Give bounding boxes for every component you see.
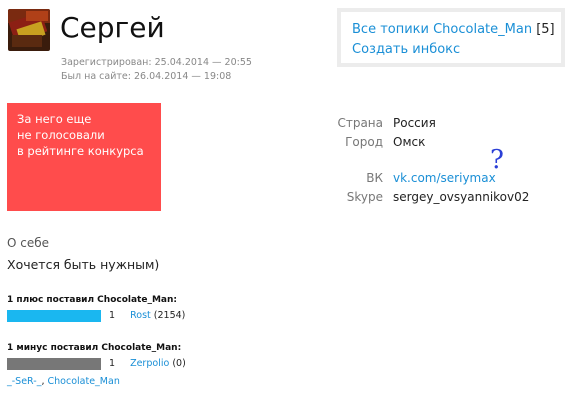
city-label: Город xyxy=(345,135,383,149)
skype-label: Skype xyxy=(346,190,383,204)
vk-label: ВК xyxy=(366,171,383,185)
plus-votes-title: 1 плюс поставил Chocolate_Man: xyxy=(7,295,177,305)
plus-vote-count: 1 xyxy=(109,310,116,321)
country-row: Страна Россия xyxy=(330,114,570,132)
avatar-photo-icon xyxy=(8,9,50,51)
vk-link[interactable]: vk.com/seriymax xyxy=(393,169,496,187)
skype-value: sergey_ovsyannikov02 xyxy=(393,190,530,204)
about-title: О себе xyxy=(7,236,50,250)
minus-vote-detail: 1 Zerpolio (0) xyxy=(109,358,186,370)
avatar[interactable] xyxy=(8,9,50,51)
create-inbox-link[interactable]: Создать инбокс xyxy=(352,42,460,57)
country-label: Страна xyxy=(337,116,383,130)
voter-separator: , xyxy=(41,376,45,387)
minus-votes-title: 1 минус поставил Chocolate_Man: xyxy=(7,343,182,353)
minus-vote-bar xyxy=(7,358,101,370)
notice-line-2: не голосовали xyxy=(17,128,105,142)
minus-vote-count: 1 xyxy=(109,358,116,369)
all-topics-row: Все топики Chocolate_Man [5] xyxy=(352,20,561,40)
voter-link-chocolate-man[interactable]: Chocolate_Man xyxy=(48,376,120,387)
topics-count: [5] xyxy=(536,22,555,37)
voters-list: _-SeR-_, Chocolate_Man xyxy=(7,376,120,387)
notice-line-3: в рейтинге конкурса xyxy=(17,144,144,158)
all-topics-link[interactable]: Все топики Chocolate_Man xyxy=(352,22,532,37)
about-text: Хочется быть нужным) xyxy=(7,257,160,272)
contest-rating-notice: За него еще не голосовали в рейтинге кон… xyxy=(7,103,161,211)
minus-voter-score: (0) xyxy=(172,358,186,369)
profile-actions-box: Все топики Chocolate_Man [5] Создать инб… xyxy=(337,8,565,67)
vk-row: ВК vk.com/seriymax ? xyxy=(330,147,570,187)
create-inbox-row: Создать инбокс xyxy=(352,40,561,60)
page-title: Сергей xyxy=(60,11,165,44)
minus-voter-link[interactable]: Zerpolio xyxy=(130,358,169,369)
skype-row: Skype sergey_ovsyannikov02 xyxy=(330,188,570,206)
country-value: Россия xyxy=(393,116,436,130)
question-mark-icon[interactable]: ? xyxy=(490,147,504,173)
voter-link-ser[interactable]: _-SeR-_ xyxy=(7,376,41,387)
plus-vote-bar xyxy=(7,310,101,322)
city-value: Омск xyxy=(393,135,426,149)
registered-date: Зарегистрирован: 25.04.2014 — 20:55 xyxy=(61,57,252,68)
notice-line-1: За него еще xyxy=(17,112,92,126)
plus-voter-score: (2154) xyxy=(153,310,186,321)
plus-voter-link[interactable]: Rost xyxy=(130,310,151,321)
city-row: Город Омск xyxy=(330,133,570,151)
plus-vote-detail: 1 Rost (2154) xyxy=(109,310,185,322)
last-seen-date: Был на сайте: 26.04.2014 — 19:08 xyxy=(61,71,232,82)
